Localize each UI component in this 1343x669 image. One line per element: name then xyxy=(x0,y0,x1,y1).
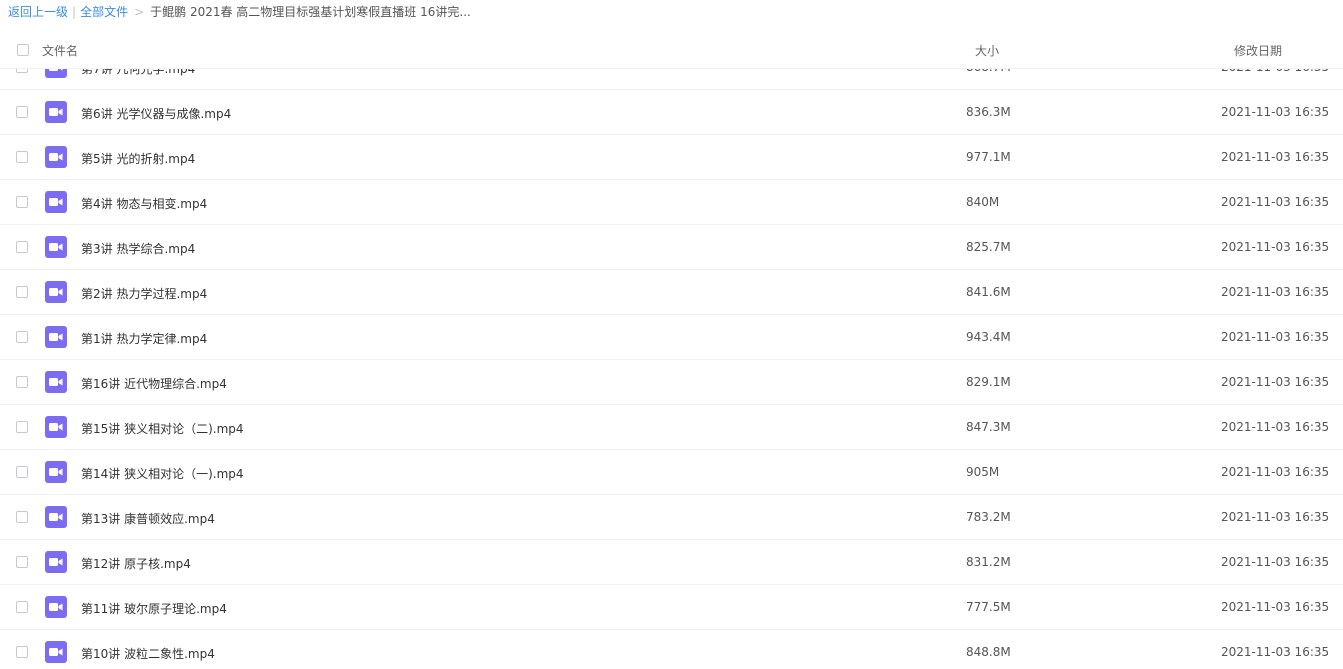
file-name[interactable]: 第2讲 热力学过程.mp4 xyxy=(81,285,207,302)
breadcrumb-separator: | xyxy=(72,5,77,19)
video-icon xyxy=(45,551,67,573)
file-name[interactable]: 第10讲 波粒二象性.mp4 xyxy=(81,645,215,662)
row-checkbox[interactable] xyxy=(16,151,28,163)
breadcrumb: 返回上一级 | 全部文件 > 于鲲鹏 2021春 高二物理目标强基计划寒假直播班 16讲… xyxy=(8,4,471,20)
file-size: 783.2M xyxy=(966,510,1011,524)
video-icon xyxy=(45,281,67,303)
file-modified-date: 2021-11-03 16:35 xyxy=(1221,240,1330,254)
file-modified-date: 2021-11-03 16:35 xyxy=(1221,330,1330,344)
file-name[interactable]: 第6讲 光学仪器与成像.mp4 xyxy=(81,105,231,122)
row-checkbox[interactable] xyxy=(16,376,28,388)
file-row[interactable]: 第13讲 康普顿效应.mp4 783.2M 2021-11-03 16:35 xyxy=(0,495,1343,540)
row-checkbox[interactable] xyxy=(16,556,28,568)
file-row[interactable]: 第3讲 热学综合.mp4 825.7M 2021-11-03 16:35 xyxy=(0,225,1343,270)
file-row[interactable]: 第4讲 物态与相变.mp4 840M 2021-11-03 16:35 xyxy=(0,180,1343,225)
video-icon xyxy=(45,69,67,78)
video-icon xyxy=(45,506,67,528)
file-modified-date: 2021-11-03 16:35 xyxy=(1221,510,1330,524)
file-modified-date: 2021-11-03 16:35 xyxy=(1221,600,1330,614)
file-size: 777.5M xyxy=(966,600,1011,614)
file-modified-date: 2021-11-03 16:35 xyxy=(1221,195,1330,209)
back-link[interactable]: 返回上一级 xyxy=(8,5,68,19)
video-icon xyxy=(45,326,67,348)
file-size: 825.7M xyxy=(966,240,1011,254)
file-modified-date: 2021-11-03 16:35 xyxy=(1221,555,1330,569)
file-name[interactable]: 第3讲 热学综合.mp4 xyxy=(81,240,195,257)
file-row[interactable]: 第1讲 热力学定律.mp4 943.4M 2021-11-03 16:35 xyxy=(0,315,1343,360)
file-list[interactable]: 第7讲 几何光学.mp4 868.7M 2021-11-03 16:35 第6讲… xyxy=(0,69,1343,669)
file-row[interactable]: 第10讲 波粒二象性.mp4 848.8M 2021-11-03 16:35 xyxy=(0,630,1343,669)
file-row[interactable]: 第11讲 玻尔原子理论.mp4 777.5M 2021-11-03 16:35 xyxy=(0,585,1343,630)
row-checkbox[interactable] xyxy=(16,646,28,658)
video-icon xyxy=(45,461,67,483)
file-size: 868.7M xyxy=(966,69,1011,74)
file-size: 847.3M xyxy=(966,420,1011,434)
video-icon xyxy=(45,371,67,393)
file-size: 840M xyxy=(966,195,1000,209)
file-row[interactable]: 第7讲 几何光学.mp4 868.7M 2021-11-03 16:35 xyxy=(0,69,1343,90)
chevron-right-icon: > xyxy=(134,5,145,19)
row-checkbox[interactable] xyxy=(16,106,28,118)
row-checkbox[interactable] xyxy=(16,511,28,523)
file-name[interactable]: 第12讲 原子核.mp4 xyxy=(81,555,191,572)
row-checkbox[interactable] xyxy=(16,196,28,208)
all-files-link[interactable]: 全部文件 xyxy=(80,5,128,19)
file-row[interactable]: 第6讲 光学仪器与成像.mp4 836.3M 2021-11-03 16:35 xyxy=(0,90,1343,135)
column-header-date[interactable]: 修改日期 xyxy=(1234,42,1282,59)
file-row[interactable]: 第14讲 狭义相对论（一).mp4 905M 2021-11-03 16:35 xyxy=(0,450,1343,495)
file-list-header: 文件名 大小 修改日期 xyxy=(0,32,1343,69)
row-checkbox[interactable] xyxy=(16,466,28,478)
file-row[interactable]: 第15讲 狭义相对论（二).mp4 847.3M 2021-11-03 16:3… xyxy=(0,405,1343,450)
file-modified-date: 2021-11-03 16:35 xyxy=(1221,375,1330,389)
column-header-name[interactable]: 文件名 xyxy=(42,42,78,59)
video-icon xyxy=(45,101,67,123)
file-modified-date: 2021-11-03 16:35 xyxy=(1221,420,1330,434)
video-icon xyxy=(45,596,67,618)
row-checkbox[interactable] xyxy=(16,241,28,253)
file-modified-date: 2021-11-03 16:35 xyxy=(1221,69,1329,74)
file-size: 977.1M xyxy=(966,150,1011,164)
file-name[interactable]: 第11讲 玻尔原子理论.mp4 xyxy=(81,600,227,617)
file-size: 831.2M xyxy=(966,555,1011,569)
select-all-checkbox[interactable] xyxy=(17,44,29,56)
file-row[interactable]: 第2讲 热力学过程.mp4 841.6M 2021-11-03 16:35 xyxy=(0,270,1343,315)
file-size: 943.4M xyxy=(966,330,1011,344)
file-name[interactable]: 第4讲 物态与相变.mp4 xyxy=(81,195,207,212)
file-modified-date: 2021-11-03 16:35 xyxy=(1221,465,1330,479)
file-size: 841.6M xyxy=(966,285,1011,299)
file-name[interactable]: 第13讲 康普顿效应.mp4 xyxy=(81,510,215,527)
file-row[interactable]: 第12讲 原子核.mp4 831.2M 2021-11-03 16:35 xyxy=(0,540,1343,585)
file-name[interactable]: 第15讲 狭义相对论（二).mp4 xyxy=(81,420,244,437)
video-icon xyxy=(45,641,67,663)
row-checkbox[interactable] xyxy=(16,286,28,298)
row-checkbox[interactable] xyxy=(16,421,28,433)
video-icon xyxy=(45,146,67,168)
file-modified-date: 2021-11-03 16:35 xyxy=(1221,150,1330,164)
file-modified-date: 2021-11-03 16:35 xyxy=(1221,645,1330,659)
file-modified-date: 2021-11-03 16:35 xyxy=(1221,285,1330,299)
file-row[interactable]: 第16讲 近代物理综合.mp4 829.1M 2021-11-03 16:35 xyxy=(0,360,1343,405)
file-size: 836.3M xyxy=(966,105,1011,119)
file-name[interactable]: 第5讲 光的折射.mp4 xyxy=(81,150,195,167)
file-size: 848.8M xyxy=(966,645,1011,659)
file-size: 905M xyxy=(966,465,1000,479)
video-icon xyxy=(45,416,67,438)
video-icon xyxy=(45,191,67,213)
column-header-size[interactable]: 大小 xyxy=(975,42,999,59)
file-name[interactable]: 第16讲 近代物理综合.mp4 xyxy=(81,375,227,392)
file-size: 829.1M xyxy=(966,375,1011,389)
row-checkbox[interactable] xyxy=(16,69,28,73)
row-checkbox[interactable] xyxy=(16,331,28,343)
file-modified-date: 2021-11-03 16:35 xyxy=(1221,105,1330,119)
video-icon xyxy=(45,236,67,258)
row-checkbox[interactable] xyxy=(16,601,28,613)
file-row[interactable]: 第5讲 光的折射.mp4 977.1M 2021-11-03 16:35 xyxy=(0,135,1343,180)
file-name[interactable]: 第14讲 狭义相对论（一).mp4 xyxy=(81,465,244,482)
file-name[interactable]: 第1讲 热力学定律.mp4 xyxy=(81,330,207,347)
current-folder: 于鲲鹏 2021春 高二物理目标强基计划寒假直播班 16讲完... xyxy=(150,5,471,19)
file-name[interactable]: 第7讲 几何光学.mp4 xyxy=(81,69,195,77)
file-list-rows: 第7讲 几何光学.mp4 868.7M 2021-11-03 16:35 第6讲… xyxy=(0,69,1343,669)
